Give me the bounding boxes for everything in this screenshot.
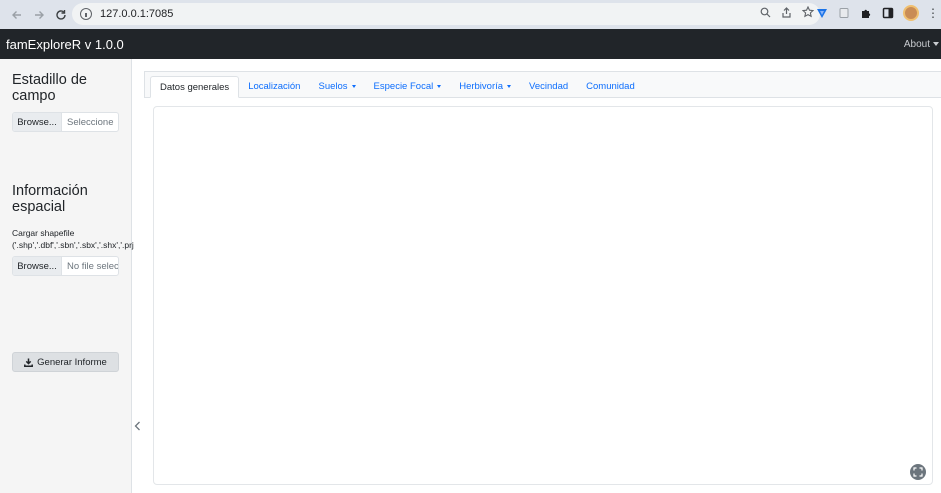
chevron-down-icon	[933, 42, 939, 46]
chevron-down-icon	[507, 84, 512, 88]
chevron-down-icon	[351, 84, 356, 88]
tab-vecindad[interactable]: Vecindad	[520, 75, 577, 97]
extensions-area: ⋮	[815, 5, 939, 21]
shapefile-label-line2: ('.shp','.dbf','.sbn','.sbx','.shx','.pr…	[12, 240, 134, 250]
tab-label: Comunidad	[586, 80, 635, 92]
field-sheet-file-input[interactable]: Browse... Seleccione	[12, 112, 119, 132]
tab-herbivoria[interactable]: Herbivoría	[450, 75, 520, 97]
sidebar: Estadillo de campo Browse... Seleccione …	[0, 59, 134, 493]
reload-icon[interactable]	[50, 4, 72, 26]
site-info-icon[interactable]	[80, 8, 92, 20]
url-text: 127.0.0.1:7085	[100, 8, 174, 20]
tab-especie-focal[interactable]: Especie Focal	[365, 75, 451, 97]
tab-label: Suelos	[318, 80, 348, 92]
tab-label: Datos generales	[160, 81, 230, 93]
forward-arrow-icon[interactable]	[28, 4, 50, 26]
file-placeholder: Seleccione	[67, 116, 114, 128]
tab-content-card	[153, 106, 933, 485]
tab-localizacion[interactable]: Localización	[239, 75, 309, 97]
app-navbar: famExploreR v 1.0.0 About	[0, 29, 941, 59]
browse-button[interactable]: Browse...	[13, 113, 62, 131]
tab-datos-generales[interactable]: Datos generales	[150, 76, 240, 98]
back-arrow-icon[interactable]	[6, 4, 28, 26]
download-icon	[24, 358, 34, 367]
bookmark-star-icon[interactable]	[801, 5, 815, 21]
main-panel: Datos generales Localización Suelos Espe…	[144, 71, 941, 493]
zoom-icon[interactable]	[760, 7, 771, 21]
section-title-spatial-line1: Información	[12, 183, 88, 199]
collapse-sidebar-icon[interactable]	[131, 418, 143, 434]
tab-comunidad[interactable]: Comunidad	[577, 75, 644, 97]
about-menu[interactable]: About	[904, 39, 941, 50]
profile-avatar-icon[interactable]	[903, 5, 919, 21]
chevron-down-icon	[437, 84, 442, 88]
shapefile-file-input[interactable]: Browse... No file selected	[12, 256, 119, 276]
tab-bar: Datos generales Localización Suelos Espe…	[144, 71, 941, 98]
address-bar[interactable]: 127.0.0.1:7085	[72, 3, 820, 25]
app-brand[interactable]: famExploreR v 1.0.0	[0, 37, 124, 52]
tab-label: Vecindad	[529, 80, 569, 92]
share-icon[interactable]	[781, 6, 792, 21]
file-placeholder: No file selected	[67, 260, 118, 272]
section-title-spatial-line2: espacial	[12, 199, 66, 215]
fullscreen-expand-icon[interactable]	[910, 464, 926, 480]
tab-label: Especie Focal	[373, 80, 434, 92]
browser-toolbar: 127.0.0.1:7085 ⋮	[0, 0, 941, 29]
browser-nav	[0, 4, 72, 26]
address-bar-actions	[760, 5, 815, 21]
about-label: About	[903, 38, 930, 50]
tab-suelos[interactable]: Suelos	[309, 75, 364, 97]
document-extension-icon[interactable]	[837, 6, 851, 20]
section-title-field-sheet: Estadillo de campo	[12, 72, 87, 104]
shapefile-label-line1: Cargar shapefile	[12, 228, 75, 238]
side-panel-icon[interactable]	[881, 6, 895, 20]
tab-label: Localización	[248, 80, 301, 92]
browser-menu-icon[interactable]: ⋮	[927, 6, 939, 20]
generate-report-label: Generar Informe	[37, 356, 107, 368]
tab-label: Herbivoría	[459, 80, 504, 92]
browse-button[interactable]: Browse...	[13, 257, 62, 275]
vpn-extension-icon[interactable]	[815, 6, 829, 20]
puzzle-extensions-icon[interactable]	[859, 6, 873, 20]
generate-report-button[interactable]: Generar Informe	[12, 352, 119, 372]
